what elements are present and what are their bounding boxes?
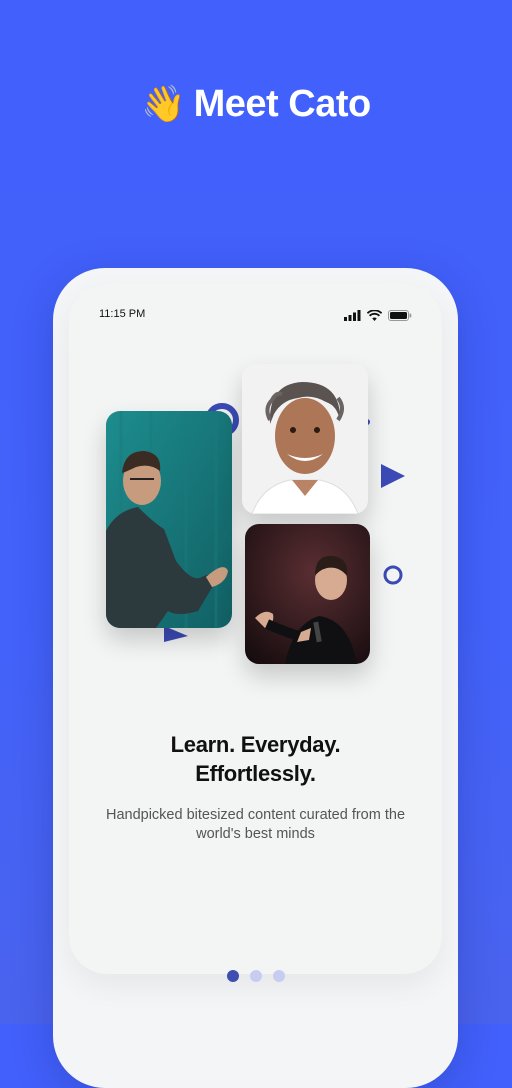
pagination-dot-3[interactable] [272,970,285,982]
pagination-dot-1[interactable] [226,970,239,982]
onboarding-subtext: Handpicked bitesized content curated fro… [83,806,428,844]
hero-title: 👋 Meet Cato [0,78,512,130]
hero-title-text: Meet Cato [193,83,372,125]
pagination-dot-2[interactable] [249,970,262,982]
wifi-icon [366,308,383,326]
headline-line-1: Learn. Everyday. [170,732,341,757]
phone-screen: 11:15 PM Learn. Everyday. Effortlessly. … [69,284,442,982]
speaker-photo-left [106,411,232,628]
subtext-line-1: Handpicked bitesized content curated fro… [105,807,406,823]
battery-icon [388,308,412,326]
subtext-line-2: world's best minds [196,826,315,842]
deco-triangle-right [381,464,405,488]
pagination-dots [53,970,458,982]
signal-icon [344,308,361,326]
status-icons [344,308,412,326]
phone-mockup: 11:15 PM Learn. Everyday. Effortlessly. … [53,268,458,1088]
status-time: 11:15 PM [99,308,146,320]
waving-hand-icon: 👋 [141,83,186,124]
onboarding-headline: Learn. Everyday. Effortlessly. [53,730,458,788]
deco-ring-small [383,565,403,585]
speaker-photo-bottom-right [245,524,370,664]
headline-line-2: Effortlessly. [195,761,316,786]
speaker-photo-top-right [242,364,368,514]
